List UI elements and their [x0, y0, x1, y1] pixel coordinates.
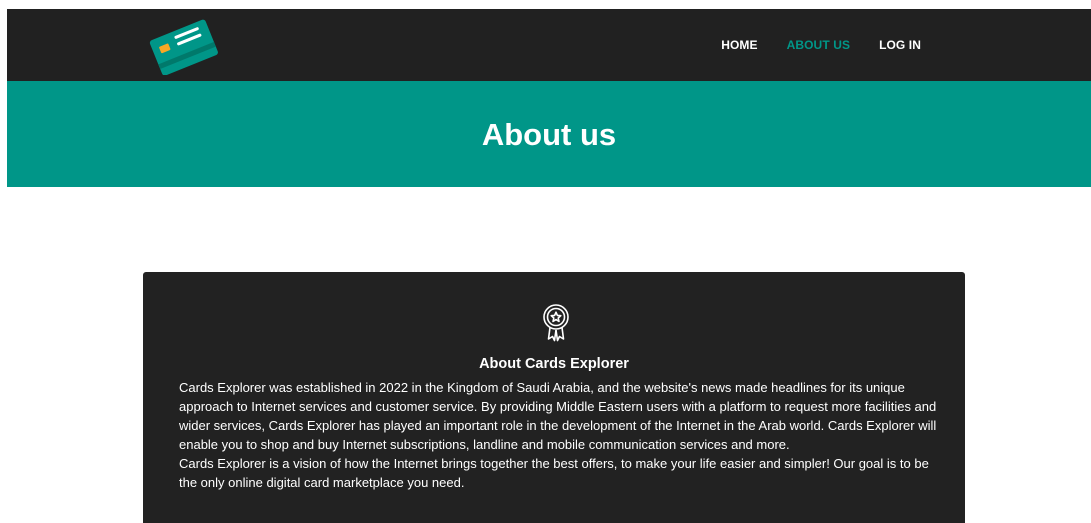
navbar: HOME ABOUT US LOG IN	[7, 9, 1091, 81]
nav-link-home[interactable]: HOME	[721, 38, 757, 52]
about-paragraph-2: Cards Explorer is a vision of how the In…	[179, 456, 929, 490]
nav-link-about-us[interactable]: ABOUT US	[787, 38, 850, 52]
about-card: About Cards Explorer Cards Explorer was …	[143, 272, 965, 523]
page-title: About us	[481, 117, 617, 152]
page: HOME ABOUT US LOG IN About us About Card…	[0, 0, 1091, 523]
about-title: About Cards Explorer	[479, 356, 629, 372]
about-paragraph-1: Cards Explorer was established in 2022 i…	[179, 380, 937, 452]
hero-banner: About us	[7, 81, 1091, 187]
nav-link-log-in[interactable]: LOG IN	[879, 38, 921, 52]
credit-card-icon[interactable]	[145, 15, 225, 76]
award-ribbon-icon	[541, 303, 571, 345]
about-text: Cards Explorer was established in 2022 i…	[179, 378, 939, 492]
nav-menu: HOME ABOUT US LOG IN	[721, 9, 921, 81]
